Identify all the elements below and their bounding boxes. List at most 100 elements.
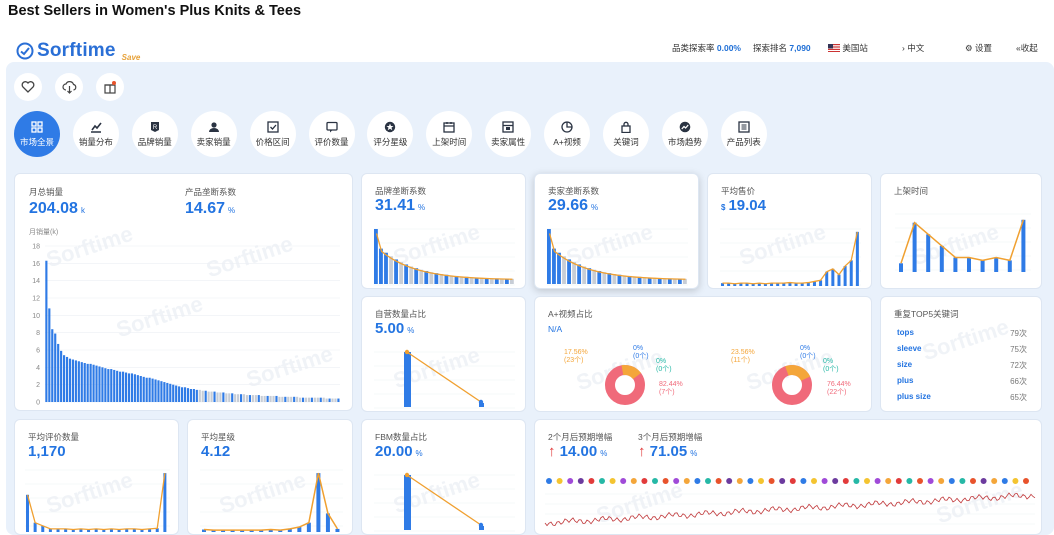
nav-grid[interactable]: 市场全景 <box>14 111 60 157</box>
trend-line <box>722 231 859 285</box>
event-dot <box>800 478 807 484</box>
nav-review[interactable]: 评价数量 <box>308 111 355 157</box>
bar <box>92 364 95 402</box>
nav-trend[interactable]: 市场趋势 <box>661 111 708 157</box>
collapse-button[interactable]: «收起 <box>1016 42 1038 54</box>
avg-reviews-card[interactable]: Sorftime 平均评价数量 1,170 <box>14 419 179 535</box>
bar <box>169 383 172 402</box>
bar <box>831 268 835 286</box>
site-selector[interactable]: 美国站 <box>828 42 868 54</box>
bar <box>225 393 228 402</box>
monthly-sales-card[interactable]: Sorftime Sorftime Sorftime Sorftime 月总销量… <box>14 173 353 411</box>
keyword-item[interactable]: size <box>897 360 912 369</box>
bar <box>107 369 110 402</box>
nav-list[interactable]: 产品列表 <box>720 111 767 157</box>
bar <box>552 248 556 284</box>
aplus-video-card[interactable]: Sorftime Sorftime A+视频占比 N/A 17.56% (23个)… <box>534 296 872 412</box>
keyword-item[interactable]: plus size <box>897 392 931 401</box>
y-tick-label: 6 <box>36 348 40 355</box>
settings-button[interactable]: ⚙ 设置 <box>965 42 992 54</box>
brand-monopoly-card[interactable]: Sorftime 品牌垄断系数 31.41% <box>361 173 526 289</box>
brand-logo[interactable]: Sorftime Save <box>16 40 140 62</box>
bar <box>237 394 240 402</box>
avg-rating-card[interactable]: Sorftime 平均星级 4.12 <box>187 419 353 535</box>
event-dot <box>673 478 680 484</box>
self-operated-card[interactable]: Sorftime 自营数量占比 5.00% <box>361 296 526 412</box>
nav-label: 卖家销量 <box>196 137 231 147</box>
keyword-item[interactable]: plus <box>897 376 913 385</box>
bar <box>939 245 944 272</box>
favorite-button[interactable] <box>14 73 42 101</box>
keyword-item[interactable]: sleeve <box>897 344 921 353</box>
event-dot <box>609 478 616 484</box>
nav-price[interactable]: 价格区间 <box>249 111 296 157</box>
bar <box>234 394 237 402</box>
brand-monopoly-chart <box>374 228 515 286</box>
bar <box>95 365 98 402</box>
bar <box>557 252 561 284</box>
monthly-sales-chart: 0 2 4 6 8 10 12 14 16 18 <box>32 244 340 407</box>
download-button[interactable] <box>55 73 83 101</box>
bar <box>101 367 104 402</box>
avg-rating-chart <box>200 469 343 532</box>
nav-seller[interactable]: 卖家销量 <box>190 111 237 157</box>
bar <box>98 366 101 402</box>
bar <box>296 396 299 402</box>
bar <box>316 397 319 402</box>
nav-calendar[interactable]: 上架时间 <box>426 111 473 157</box>
bar <box>328 398 331 402</box>
nav-label: 评分星级 <box>373 137 408 147</box>
bar <box>325 398 328 402</box>
event-dot <box>683 478 690 484</box>
avg-reviews-chart <box>25 469 170 532</box>
event-dot <box>715 478 722 484</box>
donut1-bot-label: 82.44% (7个) <box>659 381 683 396</box>
bar <box>175 385 178 402</box>
keyword-count: 75次 <box>1010 345 1027 354</box>
bar <box>83 363 86 402</box>
seller-monopoly-card[interactable]: Sorftime 卖家垄断系数 29.66% <box>534 173 699 289</box>
top-keywords-card[interactable]: Sorftime 重复TOP5关键词 tops 79次 sleeve 75次 size 7… <box>880 296 1042 412</box>
bar <box>172 384 175 402</box>
bar <box>213 391 216 402</box>
bar <box>210 391 213 402</box>
bar <box>60 350 63 402</box>
event-dot <box>758 478 764 484</box>
bar <box>567 259 571 284</box>
growth-card[interactable]: Sorftime Sorftime 2个月后预期增幅 ↑ 14.00% 3个月后… <box>534 419 1042 535</box>
bar <box>335 528 340 532</box>
keyword-count: 72次 <box>1010 361 1027 370</box>
bar <box>592 269 597 284</box>
nav-brand[interactable]: R 品牌销量 <box>131 111 178 157</box>
language-selector[interactable]: › 中文 <box>902 42 924 54</box>
fbm-share-card[interactable]: Sorftime FBM数量占比 20.00% <box>361 419 526 535</box>
bar <box>281 396 284 402</box>
keyword-item[interactable]: tops <box>897 328 914 337</box>
event-dot <box>1001 478 1008 484</box>
bar <box>313 397 316 402</box>
bar <box>104 368 107 402</box>
point <box>478 399 484 405</box>
event-dot <box>853 478 860 484</box>
bar <box>953 257 958 272</box>
bar <box>231 393 234 402</box>
gift-button[interactable] <box>96 73 124 101</box>
event-dot <box>991 478 998 484</box>
listing-time-card[interactable]: Sorftime 上架时间 <box>880 173 1042 289</box>
bar <box>980 260 985 272</box>
bar <box>68 358 72 402</box>
bar <box>207 391 210 402</box>
y-tick-label: 18 <box>32 244 40 251</box>
bar <box>307 397 310 402</box>
avg-price-card[interactable]: Sorftime 平均售价 $19.04 <box>707 173 872 289</box>
nav-bar-chart[interactable]: 销量分布 <box>72 111 119 157</box>
trend-line <box>406 474 482 526</box>
nav-store[interactable]: 卖家属性 <box>485 111 532 157</box>
event-dot <box>1023 478 1029 484</box>
nav-video[interactable]: A+视频 <box>544 111 591 157</box>
brand-icon: R <box>150 122 159 132</box>
donut1-top-label: 17.56% (23个) <box>564 349 588 364</box>
nav-lock[interactable]: 关键词 <box>603 111 649 157</box>
bar <box>204 390 207 402</box>
list-icon <box>738 121 750 133</box>
